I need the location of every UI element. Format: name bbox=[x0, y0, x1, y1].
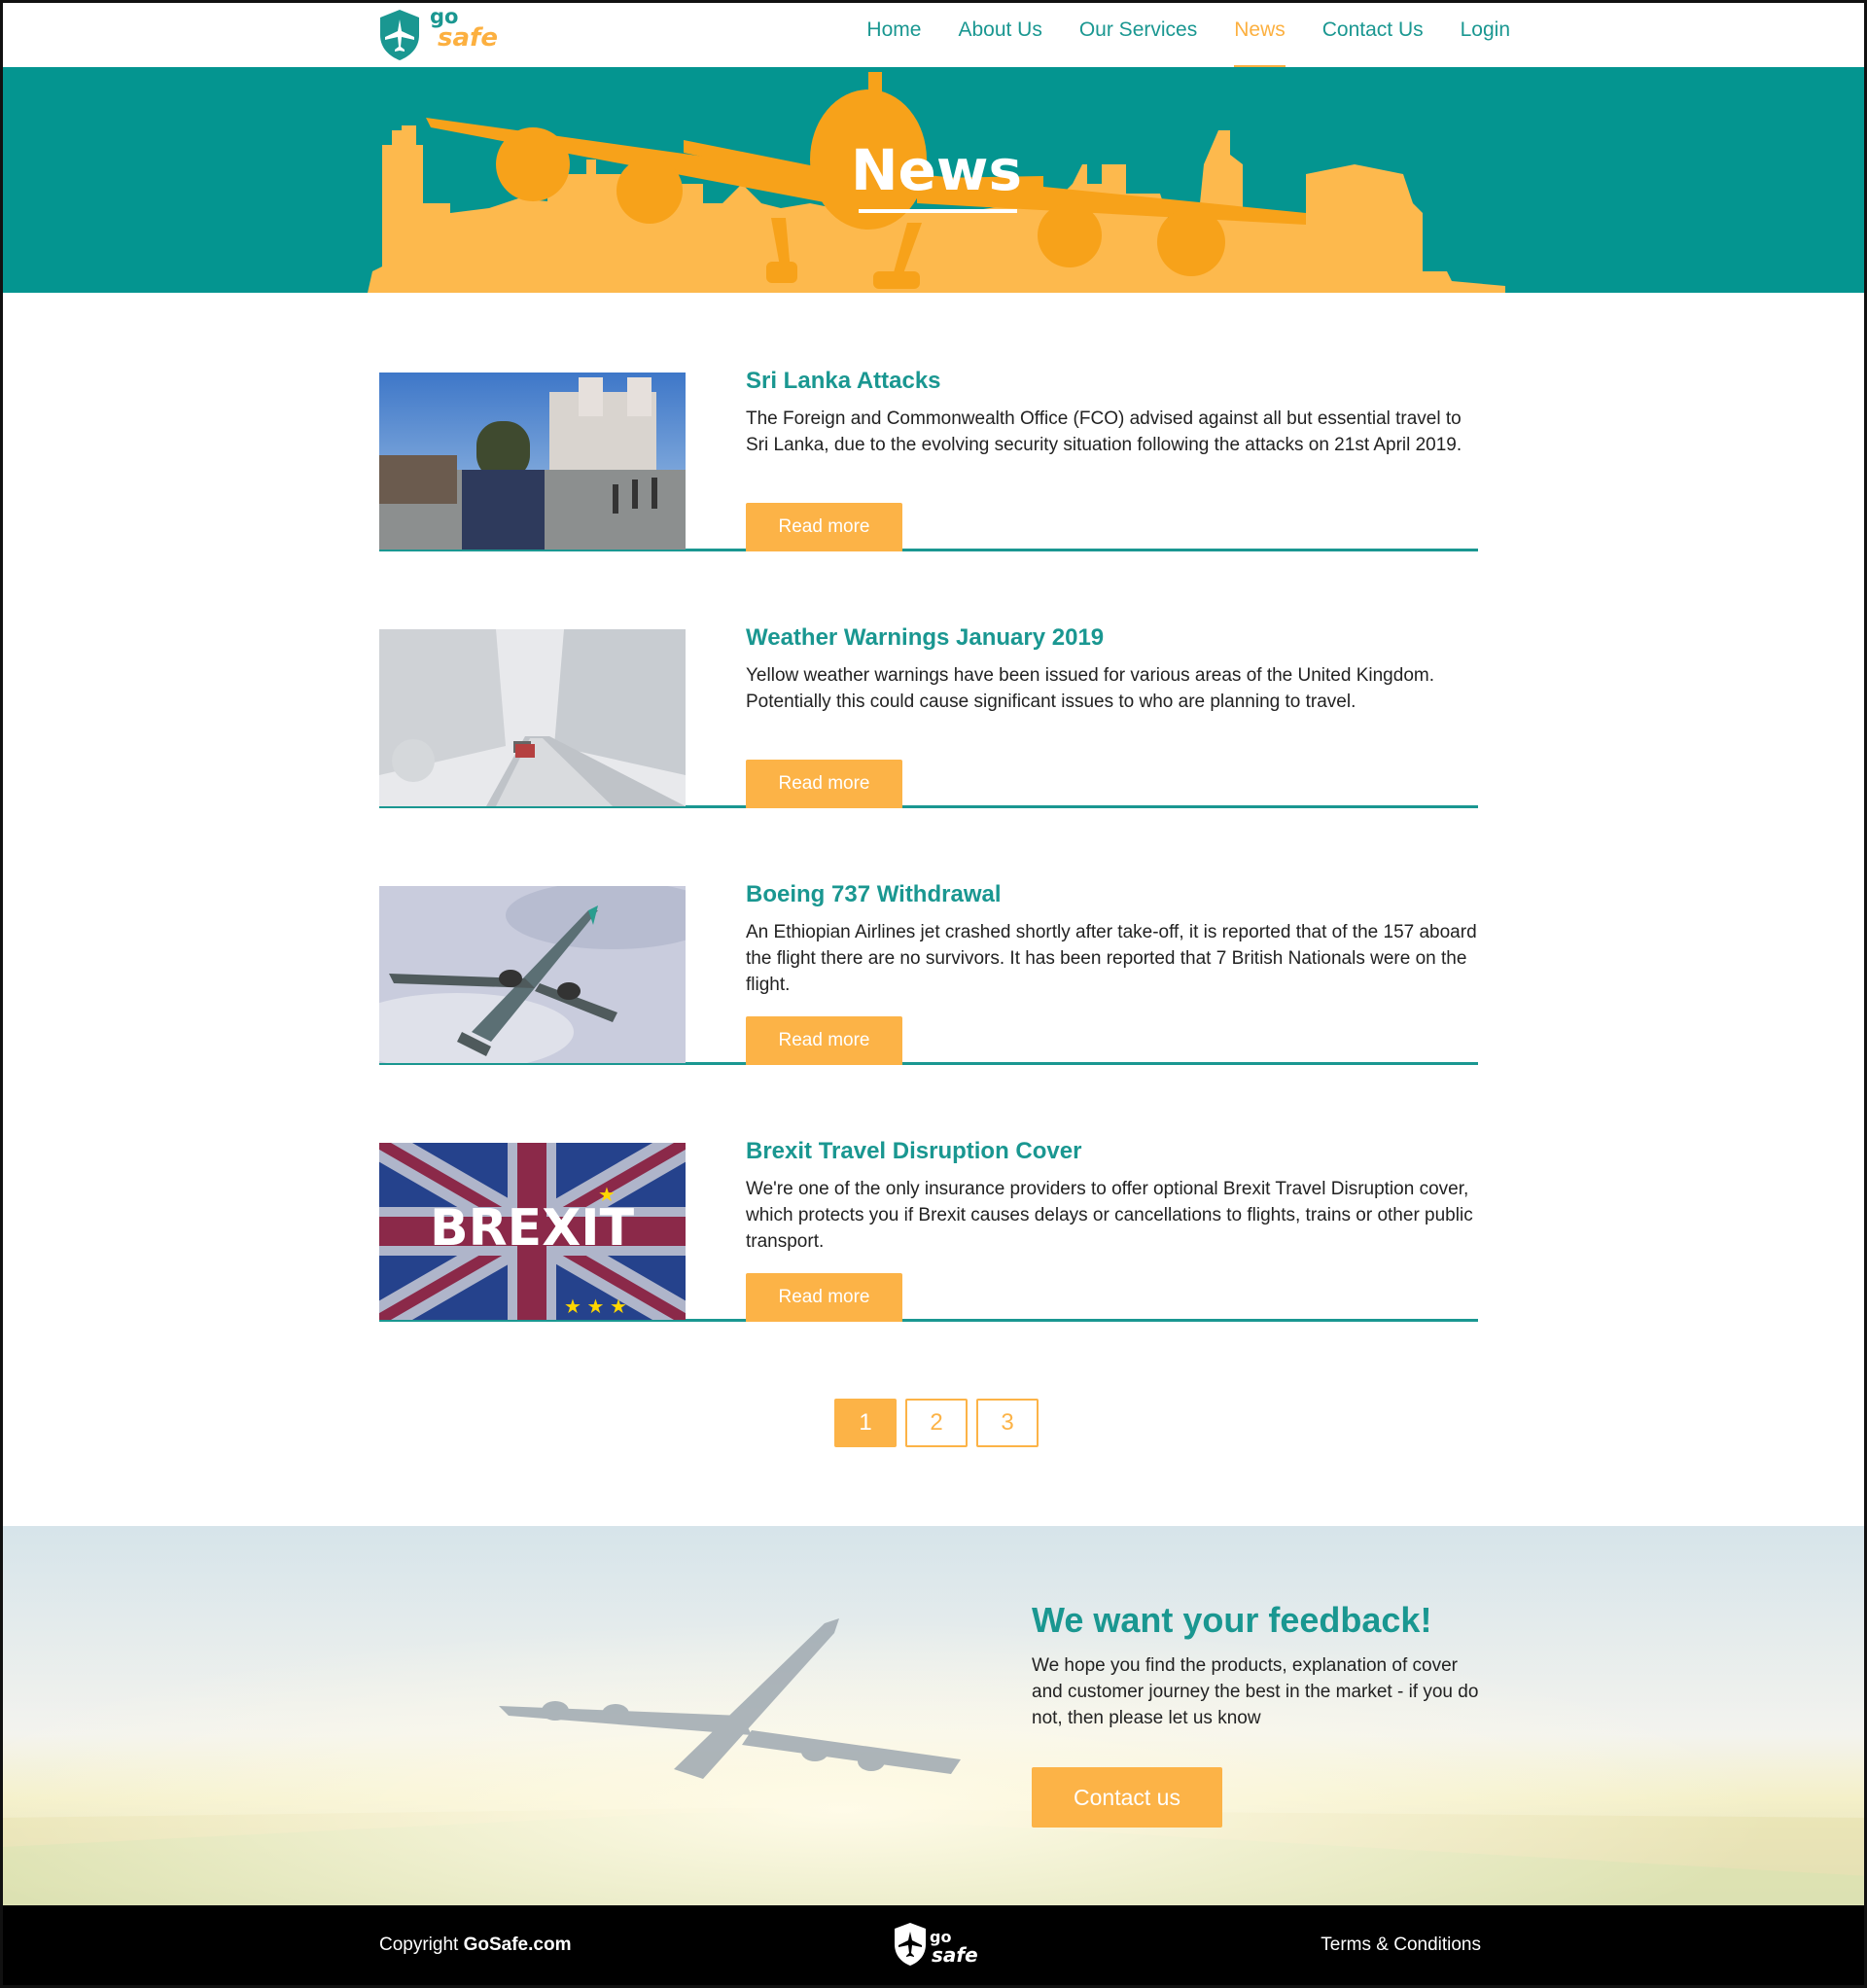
logo-safe-text: safe bbox=[438, 23, 498, 53]
news-title[interactable]: Brexit Travel Disruption Cover bbox=[746, 1135, 1480, 1168]
page: go safe Home About Us Our Services News … bbox=[0, 0, 1867, 1988]
feedback-text: We hope you find the products, explanati… bbox=[1032, 1655, 1479, 1728]
feedback-title: We want your feedback! bbox=[1032, 1600, 1432, 1640]
read-more-button[interactable]: Read more bbox=[746, 503, 902, 551]
copyright: Copyright GoSafe.com bbox=[379, 1935, 571, 1956]
page-1-button[interactable]: 1 bbox=[834, 1399, 897, 1447]
terms-link[interactable]: Terms & Conditions bbox=[1321, 1935, 1481, 1956]
boeing-jet-image bbox=[379, 886, 686, 1063]
footer: Copyright GoSafe.com go safe Terms & Con… bbox=[3, 1905, 1864, 1985]
news-title[interactable]: Sri Lanka Attacks bbox=[746, 365, 1480, 398]
read-more-button[interactable]: Read more bbox=[746, 1273, 902, 1322]
news-item: Weather Warnings January 2019 Yellow wea… bbox=[379, 624, 1478, 808]
nav-news[interactable]: News bbox=[1234, 18, 1286, 69]
runway-plane-background bbox=[3, 1526, 1864, 1905]
svg-text:safe: safe bbox=[932, 1943, 978, 1967]
news-summary: Yellow weather warnings have been issued… bbox=[746, 665, 1434, 712]
nav-about-us[interactable]: About Us bbox=[958, 18, 1041, 42]
nav-home[interactable]: Home bbox=[866, 18, 921, 42]
read-more-button[interactable]: Read more bbox=[746, 760, 902, 808]
feedback-section: We want your feedback! We hope you find … bbox=[3, 1526, 1864, 1905]
shield-plane-icon bbox=[380, 10, 419, 60]
gosafe-logo[interactable]: go safe bbox=[377, 6, 498, 64]
sri-lanka-image bbox=[379, 373, 686, 550]
news-item: BREXIT ★ ★ ★ ★ Brexit Travel Disruption … bbox=[379, 1138, 1478, 1322]
news-item: Sri Lanka Attacks The Foreign and Common… bbox=[379, 368, 1478, 551]
news-item: Boeing 737 Withdrawal An Ethiopian Airli… bbox=[379, 881, 1478, 1065]
news-summary: An Ethiopian Airlines jet crashed shortl… bbox=[746, 922, 1477, 995]
news-list: Sri Lanka Attacks The Foreign and Common… bbox=[379, 368, 1478, 1400]
brexit-image: BREXIT ★ ★ ★ ★ bbox=[379, 1143, 686, 1320]
nav-our-services[interactable]: Our Services bbox=[1079, 18, 1197, 42]
nav-login[interactable]: Login bbox=[1461, 18, 1510, 42]
hero-title: News bbox=[851, 137, 1022, 203]
news-summary: The Foreign and Commonwealth Office (FCO… bbox=[746, 408, 1462, 455]
brexit-image-text: BREXIT bbox=[430, 1199, 635, 1258]
news-summary: We're one of the only insurance provider… bbox=[746, 1179, 1473, 1252]
snow-road-image bbox=[379, 629, 686, 806]
copyright-site: GoSafe.com bbox=[463, 1935, 572, 1955]
main-menu: Home About Us Our Services News Contact … bbox=[866, 18, 1510, 69]
page-2-button[interactable]: 2 bbox=[905, 1399, 968, 1447]
page-3-button[interactable]: 3 bbox=[976, 1399, 1039, 1447]
news-title[interactable]: Weather Warnings January 2019 bbox=[746, 621, 1480, 655]
svg-text:★ ★ ★: ★ ★ ★ bbox=[564, 1296, 627, 1318]
hero-banner: News bbox=[3, 67, 1864, 293]
svg-text:★: ★ bbox=[598, 1185, 616, 1206]
top-nav: go safe Home About Us Our Services News … bbox=[3, 3, 1864, 69]
nav-contact-us[interactable]: Contact Us bbox=[1322, 18, 1424, 42]
footer-logo[interactable]: go safe bbox=[891, 1919, 988, 1973]
news-title[interactable]: Boeing 737 Withdrawal bbox=[746, 878, 1480, 911]
contact-us-button[interactable]: Contact us bbox=[1032, 1767, 1222, 1828]
pagination: 1 2 3 bbox=[834, 1399, 1039, 1447]
hero-title-underline bbox=[859, 209, 1017, 213]
copyright-prefix: Copyright bbox=[379, 1935, 464, 1955]
read-more-button[interactable]: Read more bbox=[746, 1016, 902, 1065]
